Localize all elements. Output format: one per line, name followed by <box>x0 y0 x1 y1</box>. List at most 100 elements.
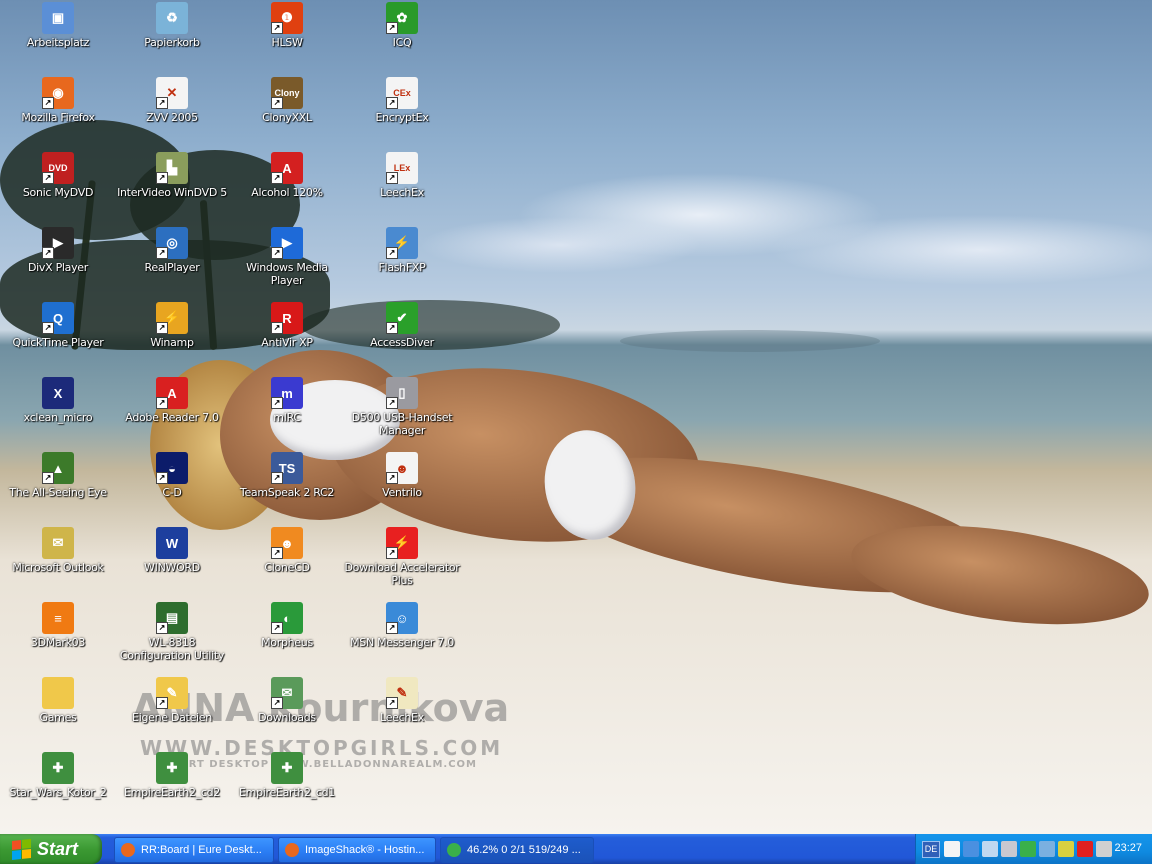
icon-glyph: ✉ <box>281 685 293 700</box>
desktop-icon[interactable]: ☻ ↗ CloneCD <box>229 527 345 574</box>
desktop-icon[interactable]: ▶ ↗ Windows Media Player <box>229 227 345 287</box>
desktop-icon[interactable]: W WINWORD <box>114 527 230 574</box>
mirc-icon: m ↗ <box>271 377 303 409</box>
desktop-icon[interactable]: ▤ ↗ WL-8318 Configuration Utility <box>114 602 230 662</box>
desktop-icon[interactable]: ☻ ↗ Ventrilo <box>344 452 460 499</box>
lower-legs <box>845 509 1152 641</box>
teamspeak-icon: TS ↗ <box>271 452 303 484</box>
desktop-icon[interactable]: A ↗ Alcohol 120% <box>229 152 345 199</box>
volume-icon[interactable] <box>1039 841 1055 857</box>
help-icon[interactable] <box>944 841 960 857</box>
taskbar: Start RR:Board | Eure Deskt... ImageShack… <box>0 834 1152 864</box>
winamp-icon: ⚡ ↗ <box>156 302 188 334</box>
desktop-icon[interactable]: Q ↗ QuickTime Player <box>0 302 116 349</box>
folder-icon: ✉ ↗ <box>271 677 303 709</box>
desktop-icon[interactable]: ✔ ↗ AccessDiver <box>344 302 460 349</box>
desktop-icon[interactable]: ≡ 3DMark03 <box>0 602 116 649</box>
desktop-icon-label: Mozilla Firefox <box>21 111 95 124</box>
desktop-icon-label: TeamSpeak 2 RC2 <box>239 486 335 499</box>
desktop-icon-label: Games <box>39 711 77 724</box>
desktop-icon[interactable]: ✿ ↗ ICQ <box>344 2 460 49</box>
language-indicator[interactable]: DE <box>922 841 940 858</box>
desktop-icon[interactable]: ✚ EmpireEarth2_cd1 <box>229 752 345 799</box>
alcohol-icon: A ↗ <box>271 152 303 184</box>
desktop-icon[interactable]: ◉ ↗ Mozilla Firefox <box>0 77 116 124</box>
taskbar-button[interactable]: ImageShack® - Hostin... <box>278 837 436 863</box>
shortcut-arrow-icon: ↗ <box>42 97 54 109</box>
desktop-icon[interactable]: ▶ ↗ DivX Player <box>0 227 116 274</box>
desktop-icon[interactable]: ⚡ ↗ FlashFXP <box>344 227 460 274</box>
desktop-icon[interactable]: LEx ↗ LeechEx <box>344 152 460 199</box>
desktop-icon[interactable]: ✎ ↗ LeechEx <box>344 677 460 724</box>
icon-glyph: ≡ <box>54 610 62 626</box>
desktop-icon[interactable]: ▯ ↗ D500 USB-Handset Manager <box>344 377 460 437</box>
speaker-icon[interactable] <box>1096 841 1112 857</box>
start-button[interactable]: Start <box>0 834 102 864</box>
desktop[interactable]: ANNA Kournikova WWW.DESKTOPGIRLS.COM ART… <box>0 0 1152 834</box>
taskbar-button-label: ImageShack® - Hostin... <box>305 844 425 856</box>
icon-glyph: ✕ <box>166 85 178 100</box>
taskbar-button[interactable]: RR:Board | Eure Deskt... <box>114 837 274 863</box>
outlook-icon: ✉ <box>42 527 74 559</box>
desktop-icon[interactable]: ▲ ↗ The All-Seeing Eye <box>0 452 116 499</box>
desktop-icon[interactable]: TS ↗ TeamSpeak 2 RC2 <box>229 452 345 499</box>
taskbar-button[interactable]: 46.2% 0 2/1 519/249 ... <box>440 837 594 863</box>
desktop-icon[interactable]: ▙ ↗ InterVideo WinDVD 5 <box>114 152 230 199</box>
icon-glyph: ◎ <box>166 235 178 250</box>
desktop-icon[interactable]: Xxclean_micro <box>0 377 116 424</box>
shortcut-arrow-icon: ↗ <box>386 622 398 634</box>
shortcut-arrow-icon: ↗ <box>156 97 168 109</box>
antivir-tray-icon[interactable] <box>1077 841 1093 857</box>
shortcut-arrow-icon: ↗ <box>386 172 398 184</box>
desktop-icon[interactable]: ✚ EmpireEarth2_cd2 <box>114 752 230 799</box>
desktop-icon[interactable]: ✎ ↗ Eigene Dateien <box>114 677 230 724</box>
desktop-icon[interactable]: ◐ ↗ Morpheus <box>229 602 345 649</box>
zoom-icon[interactable] <box>982 841 998 857</box>
desktop-icon[interactable]: R ↗ AntiVir XP <box>229 302 345 349</box>
desktop-icon[interactable]: ⚡ ↗ Download Accelerator Plus <box>344 527 460 587</box>
icon-glyph: ✎ <box>166 685 178 700</box>
desktop-icon[interactable]: ✉ ↗ Downloads <box>229 677 345 724</box>
icon-glyph: R <box>282 310 292 326</box>
desktop-icon-label: Winamp <box>150 336 194 349</box>
desktop-icon[interactable]: ☺ ↗ MSN Messenger 7.0 <box>344 602 460 649</box>
desktop-icon[interactable]: Clony ↗ ClonyXXL <box>229 77 345 124</box>
shortcut-arrow-icon: ↗ <box>271 397 283 409</box>
network-icon[interactable] <box>963 841 979 857</box>
desktop-icon[interactable]: ✕ ↗ ZVV 2005 <box>114 77 230 124</box>
firefox-icon: ◉ ↗ <box>42 77 74 109</box>
display-icon[interactable] <box>1001 841 1017 857</box>
zvv-icon: ✕ ↗ <box>156 77 188 109</box>
desktop-icon[interactable]: ✚ Star_Wars_Kotor_2 <box>0 752 116 799</box>
computer-icon: ▣ <box>42 2 74 34</box>
desktop-icon[interactable]: A ↗ Adobe Reader 7.0 <box>114 377 230 424</box>
shortcut-arrow-icon: ↗ <box>156 697 168 709</box>
clock[interactable]: 23:27 <box>1114 842 1142 854</box>
desktop-icon[interactable]: ⚡ ↗ Winamp <box>114 302 230 349</box>
desktop-icon[interactable]: ◎ ↗ RealPlayer <box>114 227 230 274</box>
handset-icon: ▯ ↗ <box>386 377 418 409</box>
start-label: Start <box>37 838 79 859</box>
desktop-icon[interactable]: ♻ Papierkorb <box>114 2 230 49</box>
desktop-icon[interactable]: ❶ ↗ HLSW <box>229 2 345 49</box>
desktop-icon[interactable]: ◒ ↗ C-D <box>114 452 230 499</box>
shortcut-arrow-icon: ↗ <box>156 622 168 634</box>
icon-glyph: ◉ <box>52 85 64 100</box>
desktop-icon[interactable]: Games <box>0 677 116 724</box>
download-progress-icon <box>447 843 461 857</box>
desktop-icon[interactable]: CEx ↗ EncryptEx <box>344 77 460 124</box>
antivir-icon: R ↗ <box>271 302 303 334</box>
icon-glyph: ✚ <box>281 760 293 775</box>
shortcut-arrow-icon: ↗ <box>271 172 283 184</box>
shortcut-arrow-icon: ↗ <box>271 622 283 634</box>
desktop-icon[interactable]: ▣ Arbeitsplatz <box>0 2 116 49</box>
encryptex-icon: CEx ↗ <box>386 77 418 109</box>
desktop-icon[interactable]: ✉ Microsoft Outlook <box>0 527 116 574</box>
desktop-icon-label: CloneCD <box>264 561 310 574</box>
signal-icon[interactable] <box>1020 841 1036 857</box>
desktop-icon[interactable]: DVD ↗ Sonic MyDVD <box>0 152 116 199</box>
desktop-icon[interactable]: m ↗ mIRC <box>229 377 345 424</box>
security-icon[interactable] <box>1058 841 1074 857</box>
shortcut-arrow-icon: ↗ <box>386 97 398 109</box>
desktop-icon-label: C-D <box>162 486 182 499</box>
